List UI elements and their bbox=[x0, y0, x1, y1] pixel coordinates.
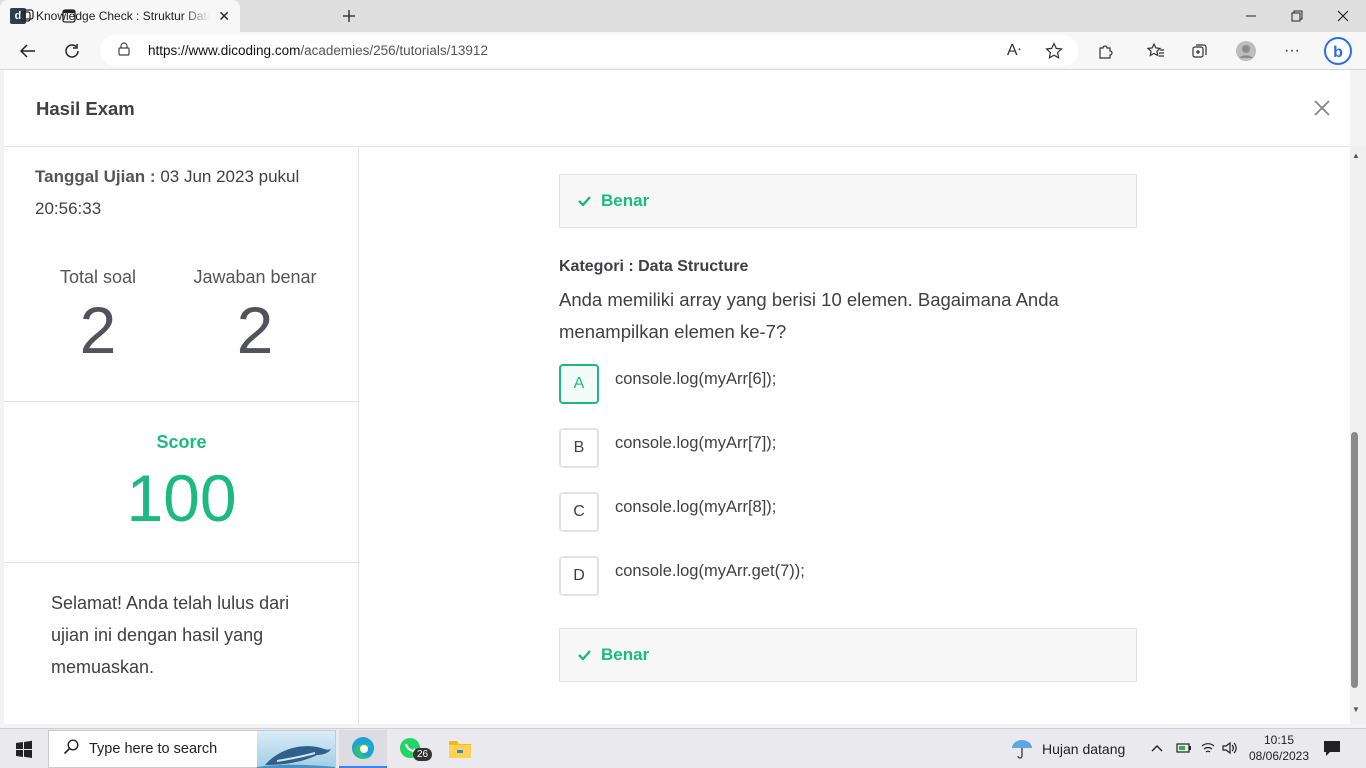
restore-icon[interactable] bbox=[1274, 0, 1320, 32]
option-a[interactable]: A console.log(myArr[6]); bbox=[559, 364, 776, 404]
exam-result-modal: Hasil Exam Tanggal Ujian : 03 Jun 2023 p… bbox=[4, 70, 1350, 724]
url-host: https://www.dicoding.com bbox=[148, 43, 301, 58]
total-questions-value: 2 bbox=[79, 293, 117, 367]
correct-answers-value: 2 bbox=[236, 293, 274, 367]
wifi-icon[interactable] bbox=[1200, 741, 1216, 760]
notifications-icon[interactable] bbox=[1322, 739, 1342, 762]
browser-toolbar: https://www.dicoding.com/academies/256/t… bbox=[0, 32, 1366, 70]
windows-start-icon[interactable] bbox=[0, 729, 48, 768]
collections-icon[interactable] bbox=[1184, 35, 1216, 67]
back-icon[interactable] bbox=[12, 35, 44, 67]
correct-answers-label: Jawaban benar bbox=[193, 267, 317, 287]
clock-date: 08/06/2023 bbox=[1248, 749, 1310, 763]
option-key[interactable]: B bbox=[559, 428, 599, 468]
new-tab-icon[interactable] bbox=[326, 0, 372, 32]
profile-avatar-icon[interactable] bbox=[1230, 35, 1262, 67]
refresh-icon[interactable] bbox=[56, 35, 88, 67]
congrats-message: Selamat! Anda telah lulus dari ujian ini… bbox=[51, 593, 290, 677]
scrollbar[interactable]: ▲ ▼ bbox=[1350, 147, 1366, 724]
exam-date-label: Tanggal Ujian : bbox=[35, 167, 156, 186]
read-aloud-icon[interactable]: Aᐩ bbox=[998, 35, 1030, 67]
option-key[interactable]: C bbox=[559, 492, 599, 532]
minimize-icon[interactable] bbox=[1228, 0, 1274, 32]
total-questions: Total soal 2 bbox=[18, 267, 178, 370]
correct-answers: Jawaban benar 2 bbox=[175, 267, 335, 370]
divider bbox=[4, 562, 359, 563]
extensions-icon[interactable] bbox=[1090, 35, 1122, 67]
close-icon[interactable] bbox=[1313, 97, 1331, 123]
favorite-star-icon[interactable] bbox=[1038, 35, 1070, 67]
score-value: 100 bbox=[126, 461, 237, 535]
check-icon bbox=[578, 193, 591, 209]
previous-answer-result: Benar bbox=[559, 174, 1137, 228]
tab-title: Knowledge Check : Struktur Data bbox=[36, 9, 211, 23]
whatsapp-icon[interactable]: 26 bbox=[387, 730, 435, 768]
weather-text: Hujan datang bbox=[1042, 741, 1126, 757]
browser-titlebar: d Knowledge Check : Struktur Data ✕ bbox=[0, 0, 1366, 32]
taskbar-search-input[interactable]: Type here to search bbox=[48, 730, 336, 768]
search-highlight-whale-image bbox=[257, 731, 335, 768]
question-category: Kategori : Data Structure bbox=[559, 258, 749, 275]
option-key[interactable]: D bbox=[559, 556, 599, 596]
option-d[interactable]: D console.log(myArr.get(7)); bbox=[559, 556, 805, 596]
option-key[interactable]: A bbox=[559, 364, 599, 404]
question-text: Anda memiliki array yang berisi 10 eleme… bbox=[559, 289, 1059, 342]
result-label: Benar bbox=[601, 191, 650, 210]
whatsapp-badge: 26 bbox=[413, 748, 433, 761]
total-questions-label: Total soal bbox=[59, 267, 137, 287]
modal-header: Hasil Exam bbox=[4, 70, 1350, 147]
system-clock[interactable]: 10:15 08/06/2023 bbox=[1240, 732, 1318, 764]
close-window-icon[interactable] bbox=[1320, 0, 1366, 32]
lock-icon[interactable] bbox=[118, 42, 132, 59]
option-text: console.log(myArr[8]); bbox=[615, 498, 777, 516]
file-explorer-icon[interactable] bbox=[436, 730, 484, 768]
result-label: Benar bbox=[601, 645, 650, 664]
scroll-down-icon[interactable]: ▼ bbox=[1352, 705, 1360, 714]
option-b[interactable]: B console.log(myArr[7]); bbox=[559, 428, 776, 468]
clock-time: 10:15 bbox=[1263, 733, 1295, 747]
search-placeholder: Type here to search bbox=[89, 741, 218, 757]
edge-browser-icon[interactable] bbox=[339, 730, 387, 768]
more-options-icon[interactable]: ··· bbox=[1276, 35, 1308, 67]
url-path: /academies/256/tutorials/13912 bbox=[300, 43, 488, 58]
option-c[interactable]: C console.log(myArr[8]); bbox=[559, 492, 776, 532]
check-icon bbox=[578, 647, 591, 663]
weather-widget[interactable]: Hujan datang bbox=[1010, 729, 1125, 768]
volume-icon[interactable] bbox=[1222, 741, 1238, 760]
exam-date: Tanggal Ujian : 03 Jun 2023 pukul 20:56:… bbox=[35, 161, 325, 225]
answer-result: Benar bbox=[559, 628, 1137, 682]
divider bbox=[4, 401, 359, 402]
modal-title: Hasil Exam bbox=[36, 98, 135, 119]
address-bar[interactable]: https://www.dicoding.com/academies/256/t… bbox=[100, 35, 1078, 66]
option-text: console.log(myArr.get(7)); bbox=[615, 562, 805, 580]
battery-icon[interactable] bbox=[1176, 741, 1192, 760]
favorites-icon[interactable] bbox=[1140, 35, 1172, 67]
option-text: console.log(myArr[6]); bbox=[615, 370, 777, 388]
search-icon bbox=[63, 738, 79, 760]
summary-panel: Tanggal Ujian : 03 Jun 2023 pukul 20:56:… bbox=[4, 147, 359, 724]
score-label: Score bbox=[156, 432, 207, 452]
chevron-up-icon[interactable] bbox=[1150, 741, 1164, 758]
svg-text:b: b bbox=[1333, 44, 1343, 61]
bing-chat-icon[interactable]: b bbox=[1322, 35, 1354, 67]
scrollbar-thumb[interactable] bbox=[1351, 432, 1358, 688]
close-tab-icon[interactable]: ✕ bbox=[218, 8, 230, 25]
scroll-up-icon[interactable]: ▲ bbox=[1352, 151, 1360, 160]
option-text: console.log(myArr[7]); bbox=[615, 434, 777, 452]
windows-taskbar: Type here to search 26 Hujan datang 10:1… bbox=[0, 728, 1366, 768]
rain-umbrella-icon bbox=[1010, 736, 1034, 763]
